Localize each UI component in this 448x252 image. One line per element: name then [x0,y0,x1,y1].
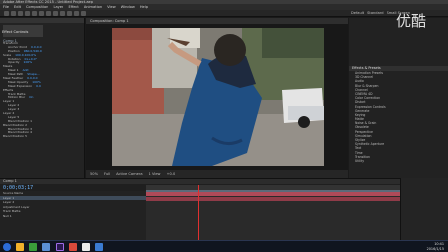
explorer-icon[interactable] [16,243,24,251]
tree-row[interactable]: Blend Position 5 [0,135,85,139]
tree-row-label: Blend Position 1 [8,119,33,123]
app-icon-2[interactable] [42,243,50,251]
camera-tool-icon[interactable] [39,11,44,16]
magnification-dropdown[interactable]: 50% [90,170,98,178]
clone-tool-icon[interactable] [81,11,86,16]
app-icon-3[interactable] [69,243,77,251]
tree-row-label: Anchor Point [8,45,27,49]
layer-row[interactable]: Null 1 [0,214,146,219]
app-icon-1[interactable] [29,243,37,251]
camera-dropdown[interactable]: Active Camera [116,170,142,178]
mask-tool-icon[interactable] [53,11,58,16]
pen-tool-icon[interactable] [60,11,65,16]
panel-tab-label: Effect Controls [2,30,29,34]
preview-panel [400,178,448,240]
tree-row-label: Motion Blur [8,96,26,100]
video-frame [112,28,324,166]
property-tree: Transform Anchor Point 0.0,0.0 Position 960.… [0,42,85,139]
tree-row-label: Mask Path [8,73,24,77]
tree-row-value[interactable]: 0.0,0.0 [27,77,38,80]
type-tool-icon[interactable] [67,11,72,16]
app-icon-5[interactable] [95,243,103,251]
tree-row-value[interactable]: 0x+0.0° [25,58,37,61]
tree-row-value[interactable]: 100% [32,81,41,84]
project-panel: Effect Controls Comp 1 Transform Anchor P… [0,18,85,178]
home-tool-icon[interactable] [4,11,9,16]
tree-row-label: Layer 4 [3,112,15,116]
tree-row-label: Layer 2 [8,104,20,108]
after-effects-window: { "window":{"title":"Adobe After Effects… [0,0,448,252]
tree-row-label: Layer 1 [3,100,15,104]
tree-row-label: Scale [3,53,12,57]
workspace-default[interactable]: Default [351,11,364,15]
tree-row-label: Layer 3 [8,108,20,112]
hand-tool-icon[interactable] [18,11,23,16]
tree-row-value[interactable]: Add [23,69,29,72]
tree-row-label: Mask Opacity [8,80,29,84]
effects-list: Animation Presets 3D Channel Audio Blur & S… [349,71,448,163]
layer-bar-2[interactable] [146,197,400,201]
system-clock[interactable]: 10:41 2016/1/15 [427,242,444,251]
exposure-value[interactable]: +0.0 [167,170,176,178]
tree-row-label: Blend Position 5 [3,135,28,139]
tree-row-value[interactable]: Shape... [27,73,39,76]
tree-row-value[interactable]: 960.0,540.0 [24,50,42,53]
viewer-tab[interactable]: Composition: Comp 1 [86,18,348,24]
app-icon-4[interactable] [82,243,90,251]
tree-row-label: Transform [3,42,18,45]
tree-row-label: Blend Position 2 [3,123,28,127]
layer-list: Source Name Layer 1 Layer 2 Adjustment Laye… [0,191,146,241]
tree-row-value[interactable]: On [29,96,33,99]
timeline-tracks [146,185,400,241]
video-frame-image [112,28,324,166]
youku-watermark: 优酷 [390,10,448,50]
view-layout-dropdown[interactable]: 1 View [149,170,161,178]
svg-text:优酷: 优酷 [396,12,426,30]
effects-category[interactable]: Utility [349,159,448,163]
tree-row-label: Mask Feather [3,77,24,81]
viewer-tab-label: Composition: Comp 1 [90,19,129,23]
tree-row-label: Blend Position 3 [8,127,33,131]
composition-viewer: Composition: Comp 1 50% Full Active Came… [86,18,348,178]
resolution-dropdown[interactable]: Full [104,170,110,178]
tree-row-label: Effects [3,88,14,92]
tree-row-value[interactable]: 0.0,0.0 [31,46,42,49]
timeline-tab-label: Comp 1 [3,179,17,183]
tree-row-value[interactable]: 100.0,100.0% [15,54,36,57]
tree-row-label: Mask Expansion [8,84,33,88]
tree-row-label: Blend Position 4 [8,131,33,135]
tree-row-label: Opacity [8,61,20,65]
pan-behind-tool-icon[interactable] [46,11,51,16]
clock-date: 2016/1/15 [426,246,444,251]
tree-row-label: Masks [3,65,13,69]
tree-row-label: Mask 1 [8,69,19,73]
brush-tool-icon[interactable] [74,11,79,16]
selection-tool-icon[interactable] [11,11,16,16]
tree-row-label: Rotation [8,57,21,61]
zoom-tool-icon[interactable] [25,11,30,16]
taskbar: 10:41 2016/1/15 [0,240,448,252]
after-effects-icon[interactable] [56,243,64,251]
layer-bar-1[interactable] [146,192,400,196]
playhead[interactable] [198,185,199,241]
tree-row-value[interactable]: 0.0 [36,85,41,88]
viewer-footer: 50% Full Active Camera 1 View +0.0 [86,170,348,178]
timeline-panel: Comp 1 0;00;03;17 Source Name Layer 1 Laye… [0,178,400,241]
youku-logo: 优酷 [396,12,426,30]
start-icon[interactable] [3,243,11,251]
tree-row-label: Position [8,49,20,53]
tree-row-label: Layer 5 [8,115,20,119]
rotate-tool-icon[interactable] [32,11,37,16]
timeline-tab[interactable]: Comp 1 [0,179,400,184]
tree-row-value[interactable]: 100% [24,61,33,64]
workspace-standard[interactable]: Standard [367,11,383,15]
tree-row-label: Track Matte [8,92,26,96]
